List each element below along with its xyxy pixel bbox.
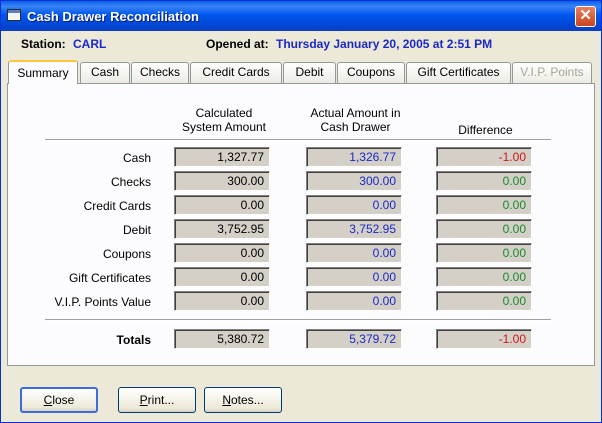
window-close-button[interactable]: ✕ [575, 6, 596, 27]
vip-points-difference: 0.00 [436, 291, 532, 311]
cash-actual: 1,326.77 [306, 147, 402, 167]
opened-label: Opened at: [206, 37, 269, 51]
reconciliation-window: Cash Drawer Reconciliation ✕ Station: CA… [0, 0, 602, 423]
gift-certificates-calculated: 0.00 [174, 267, 270, 287]
vip-points-actual: 0.00 [306, 291, 402, 311]
row-label-totals: Totals [116, 333, 151, 347]
station-info: Station: CARL [21, 37, 106, 53]
vip-points-calculated: 0.00 [174, 291, 270, 311]
header-separator [45, 139, 551, 141]
tab-vip-points: V.I.P. Points [512, 62, 592, 83]
tab-cash[interactable]: Cash [80, 62, 130, 83]
cash-calculated: 1,327.77 [174, 147, 270, 167]
print-button-accesskey: P [139, 393, 148, 407]
credit-cards-calculated: 0.00 [174, 195, 270, 215]
checks-calculated: 300.00 [174, 171, 270, 191]
app-window-icon [7, 9, 21, 21]
credit-cards-actual: 0.00 [306, 195, 402, 215]
debit-difference: 0.00 [436, 219, 532, 239]
window-title: Cash Drawer Reconciliation [27, 9, 199, 24]
checks-difference: 0.00 [436, 171, 532, 191]
coupons-difference: 0.00 [436, 243, 532, 263]
close-button-label-post: lose [52, 393, 75, 407]
totals-separator [45, 319, 551, 321]
opened-value: Thursday January 20, 2005 at 2:51 PM [276, 37, 493, 51]
row-label-cash: Cash [122, 151, 151, 165]
title-bar[interactable]: Cash Drawer Reconciliation ✕ [1, 1, 601, 31]
header-actual: Actual Amount in Cash Drawer [298, 106, 413, 134]
totals-actual: 5,379.72 [306, 329, 402, 349]
header-calculated: Calculated System Amount [174, 106, 274, 134]
row-label-coupons: Coupons [102, 247, 151, 261]
opened-info: Opened at: Thursday January 20, 2005 at … [206, 37, 492, 53]
coupons-calculated: 0.00 [174, 243, 270, 263]
totals-difference: -1.00 [436, 329, 532, 349]
header-actual-line1: Actual Amount in [310, 106, 401, 120]
header-calculated-line2: System Amount [181, 120, 267, 134]
row-label-debit: Debit [122, 223, 151, 237]
print-button-label-post: rint... [147, 393, 175, 407]
close-icon: ✕ [579, 7, 592, 24]
gift-certificates-difference: 0.00 [436, 267, 532, 287]
tab-debit[interactable]: Debit [283, 62, 336, 83]
totals-calculated: 5,380.72 [174, 329, 270, 349]
notes-button[interactable]: Notes... [204, 387, 282, 413]
coupons-actual: 0.00 [306, 243, 402, 263]
notes-button-accesskey: N [222, 393, 231, 407]
row-label-vip-points-value: V.I.P. Points Value [54, 295, 151, 309]
header-calculated-line1: Calculated [195, 106, 253, 120]
row-label-checks: Checks [110, 175, 151, 189]
row-label-credit-cards: Credit Cards [83, 199, 151, 213]
tab-gift-certificates[interactable]: Gift Certificates [406, 62, 511, 83]
gift-certificates-actual: 0.00 [306, 267, 402, 287]
tab-summary[interactable]: Summary [8, 60, 78, 84]
print-button[interactable]: Print... [118, 387, 196, 413]
credit-cards-difference: 0.00 [436, 195, 532, 215]
debit-calculated: 3,752.95 [174, 219, 270, 239]
tab-coupons[interactable]: Coupons [337, 62, 405, 83]
tab-credit-cards[interactable]: Credit Cards [190, 62, 282, 83]
station-value: CARL [73, 37, 107, 51]
summary-panel: Calculated System Amount Actual Amount i… [7, 83, 595, 366]
notes-button-label-post: otes... [230, 393, 264, 407]
tab-strip: Summary Cash Checks Credit Cards Debit C… [7, 60, 597, 84]
cash-difference: -1.00 [436, 147, 532, 167]
tab-checks[interactable]: Checks [131, 62, 189, 83]
station-label: Station: [21, 37, 66, 51]
header-difference: Difference [458, 123, 513, 137]
close-button[interactable]: Close [20, 387, 98, 413]
debit-actual: 3,752.95 [306, 219, 402, 239]
header-actual-line2: Cash Drawer [320, 120, 391, 134]
row-label-gift-certificates: Gift Certificates [68, 271, 151, 285]
checks-actual: 300.00 [306, 171, 402, 191]
